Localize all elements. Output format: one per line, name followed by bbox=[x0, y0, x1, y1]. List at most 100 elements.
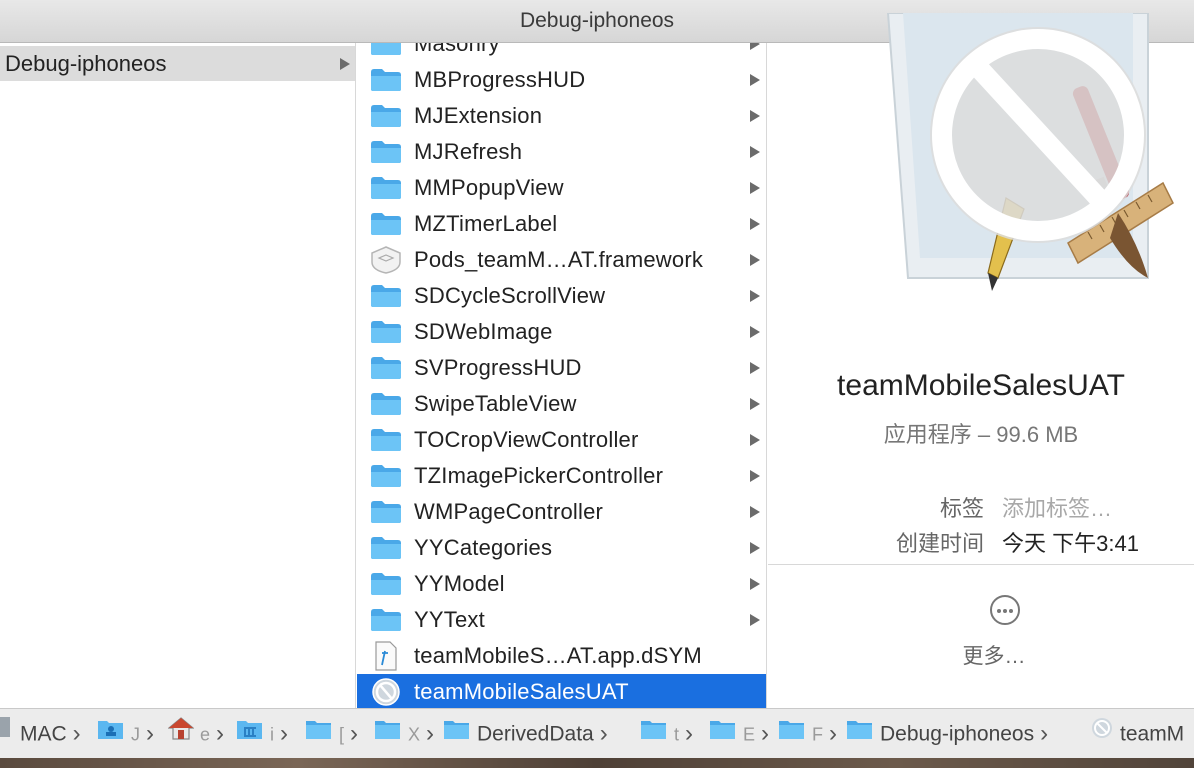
folder-icon bbox=[709, 709, 737, 758]
drive-icon bbox=[0, 709, 14, 758]
list-item[interactable]: YYText bbox=[357, 602, 766, 638]
folder-icon bbox=[370, 104, 402, 128]
chevron-right-icon: › bbox=[426, 720, 435, 748]
preview-title: teamMobileSalesUAT bbox=[837, 369, 1125, 402]
chevron-right-icon: › bbox=[761, 720, 770, 748]
chevron-right-icon bbox=[750, 326, 760, 338]
path-item[interactable]: J › bbox=[97, 709, 154, 758]
chevron-right-icon bbox=[750, 542, 760, 554]
path-item[interactable]: e › bbox=[167, 709, 225, 758]
list-item[interactable]: teamMobileSalesUAT bbox=[357, 674, 766, 708]
list-item-label: SVProgressHUD bbox=[414, 355, 582, 380]
list-item-label: SDWebImage bbox=[414, 319, 553, 344]
path-item[interactable]: teamM bbox=[1090, 709, 1184, 758]
list-item[interactable]: TZImagePickerController bbox=[357, 458, 766, 494]
chevron-right-icon: › bbox=[1040, 720, 1049, 748]
path-item-label: MAC bbox=[20, 722, 67, 746]
home-icon bbox=[167, 709, 195, 758]
chevron-right-icon: › bbox=[350, 720, 359, 748]
list-item-label: MBProgressHUD bbox=[414, 67, 586, 92]
chevron-right-icon bbox=[750, 74, 760, 86]
list-item[interactable]: teamMobileS…AT.app.dSYM bbox=[357, 638, 766, 674]
path-item[interactable]: [› bbox=[305, 709, 358, 758]
list-item-label: WMPageController bbox=[414, 499, 604, 524]
tags-input[interactable]: 添加标签… bbox=[1002, 491, 1112, 523]
list-item[interactable]: WMPageController bbox=[357, 494, 766, 530]
list-item[interactable]: MJExtension bbox=[357, 98, 766, 134]
chevron-right-icon: › bbox=[685, 720, 694, 748]
list-item-label: YYText bbox=[414, 607, 485, 632]
chevron-right-icon: › bbox=[216, 720, 225, 748]
app-icon bbox=[886, 13, 1174, 291]
list-item[interactable]: SwipeTableView bbox=[357, 386, 766, 422]
column-item-debug-iphoneos[interactable]: Debug-iphoneos bbox=[0, 46, 355, 81]
chevron-right-icon: › bbox=[146, 720, 154, 748]
chevron-right-icon bbox=[750, 43, 760, 50]
folder-icon bbox=[640, 709, 668, 758]
path-item-label: Debug-iphoneos bbox=[880, 722, 1035, 746]
list-item[interactable]: SDWebImage bbox=[357, 314, 766, 350]
list-item-label: MMPopupView bbox=[414, 175, 564, 200]
more-label[interactable]: 更多… bbox=[756, 640, 1194, 670]
dsym-file-icon bbox=[370, 641, 402, 671]
path-item-label: i bbox=[270, 724, 274, 745]
column-1: Debug-iphoneos bbox=[0, 43, 356, 708]
list-item[interactable]: SVProgressHUD bbox=[357, 350, 766, 386]
list-item[interactable]: MBProgressHUD bbox=[357, 62, 766, 98]
framework-icon bbox=[370, 246, 402, 274]
app-icon bbox=[1090, 709, 1114, 758]
chevron-right-icon bbox=[750, 398, 760, 410]
list-item[interactable]: MZTimerLabel bbox=[357, 206, 766, 242]
chevron-right-icon bbox=[340, 58, 350, 70]
folder-icon bbox=[370, 536, 402, 560]
path-item[interactable]: E › bbox=[709, 709, 769, 758]
list-item[interactable]: MJRefresh bbox=[357, 134, 766, 170]
path-item[interactable]: F › bbox=[778, 709, 837, 758]
folder-icon bbox=[370, 608, 402, 632]
chevron-right-icon bbox=[750, 254, 760, 266]
more-button[interactable] bbox=[990, 595, 1020, 625]
list-item[interactable]: YYModel bbox=[357, 566, 766, 602]
list-item-label: teamMobileS…AT.app.dSYM bbox=[414, 643, 702, 668]
list-item-label: TZImagePickerController bbox=[414, 463, 664, 488]
folder-icon bbox=[443, 709, 471, 758]
preview-pane: teamMobileSalesUAT 应用程序 – 99.6 MB 标签 添加标… bbox=[768, 13, 1194, 708]
chevron-right-icon bbox=[750, 614, 760, 626]
list-item[interactable]: TOCropViewController bbox=[357, 422, 766, 458]
path-item[interactable]: Debug-iphoneos › bbox=[846, 709, 1048, 758]
chevron-right-icon bbox=[750, 506, 760, 518]
path-item[interactable]: DerivedData › bbox=[443, 709, 608, 758]
path-item[interactable]: t › bbox=[640, 709, 693, 758]
chevron-right-icon bbox=[750, 290, 760, 302]
path-item-label: F bbox=[812, 724, 823, 745]
chevron-right-icon bbox=[750, 470, 760, 482]
path-item[interactable]: MAC › bbox=[0, 709, 81, 758]
list-item-label: teamMobileSalesUAT bbox=[414, 679, 629, 704]
list-item[interactable]: Masonry bbox=[357, 43, 766, 62]
chevron-right-icon bbox=[750, 434, 760, 446]
chevron-right-icon bbox=[750, 182, 760, 194]
list-item-label: SDCycleScrollView bbox=[414, 283, 606, 308]
folder-icon bbox=[370, 43, 402, 56]
chevron-right-icon bbox=[750, 218, 760, 230]
chevron-right-icon: › bbox=[829, 720, 837, 748]
path-item-label: teamM bbox=[1120, 722, 1185, 746]
list-item-label: Masonry bbox=[414, 43, 500, 56]
path-item-label: e bbox=[200, 724, 211, 745]
path-item[interactable]: i › bbox=[236, 709, 288, 758]
path-bar: MAC › J › e › i ›[› X › DerivedData › t › E › F › Debug-ip… bbox=[0, 708, 1194, 758]
desktop-background bbox=[0, 758, 1194, 768]
list-item[interactable]: Pods_teamM…AT.framework bbox=[357, 242, 766, 278]
list-item[interactable]: SDCycleScrollView bbox=[357, 278, 766, 314]
folder-icon bbox=[374, 709, 402, 758]
path-item-label: [ bbox=[339, 724, 345, 745]
chevron-right-icon bbox=[750, 362, 760, 374]
list-item[interactable]: MMPopupView bbox=[357, 170, 766, 206]
folder-icon bbox=[370, 68, 402, 92]
list-item[interactable]: YYCategories bbox=[357, 530, 766, 566]
folder-icon bbox=[305, 709, 333, 758]
path-item[interactable]: X › bbox=[374, 709, 434, 758]
folder-icon bbox=[370, 572, 402, 596]
path-item-label: E bbox=[743, 724, 756, 745]
list-item-label: TOCropViewController bbox=[414, 427, 639, 452]
